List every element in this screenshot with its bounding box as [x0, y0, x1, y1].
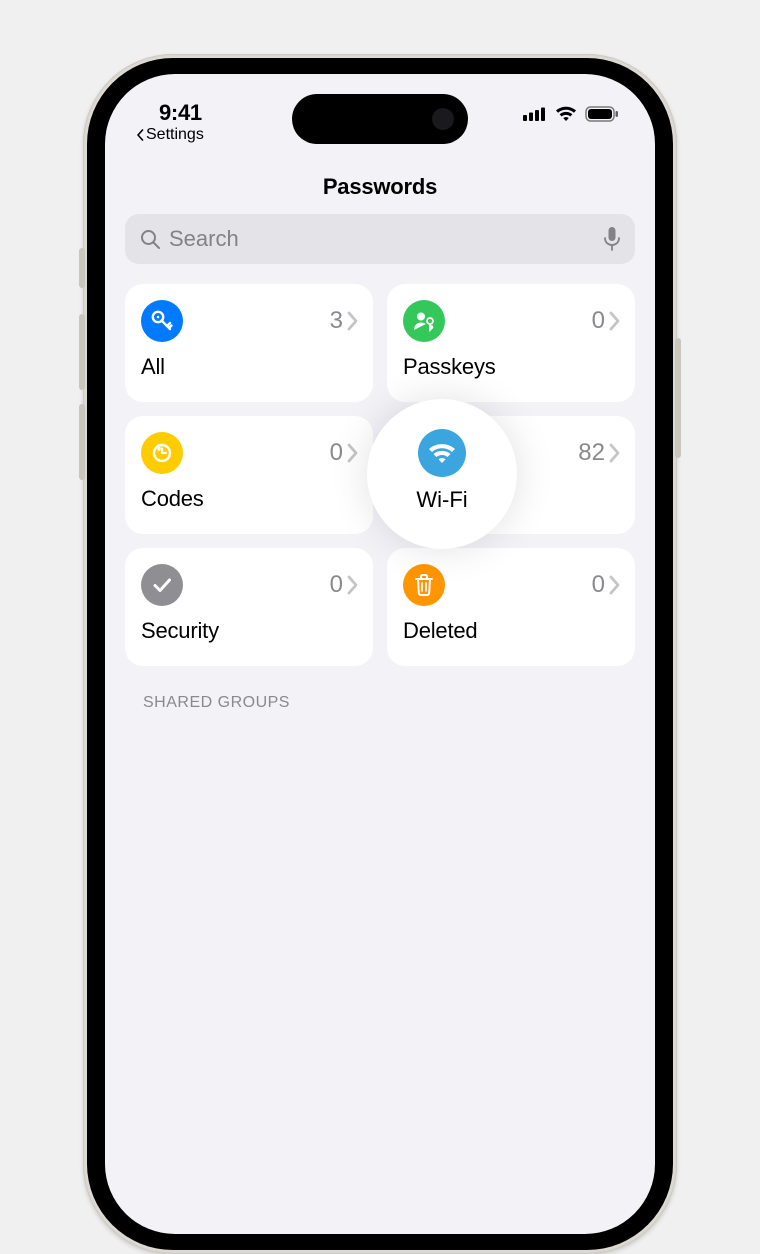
card-count: 3: [330, 307, 343, 335]
passkey-icon: [403, 300, 445, 342]
card-passkeys[interactable]: 0 Passkeys: [387, 284, 635, 402]
wifi-icon: [418, 429, 466, 477]
card-codes[interactable]: 0 Codes: [125, 416, 373, 534]
mic-icon[interactable]: [603, 226, 621, 252]
battery-icon: [585, 106, 619, 122]
chevron-right-icon: [347, 575, 359, 595]
card-count: 0: [592, 571, 605, 599]
card-security[interactable]: 0 Security: [125, 548, 373, 666]
cellular-icon: [523, 107, 547, 121]
back-to-settings[interactable]: Settings: [135, 126, 204, 144]
phone-frame: 9:41 Settings: [83, 54, 677, 1254]
card-label: Deleted: [403, 618, 621, 644]
card-label: Codes: [141, 486, 359, 512]
status-time: 9:41: [159, 100, 202, 126]
card-count: 82: [578, 439, 605, 467]
card-all[interactable]: 3 All: [125, 284, 373, 402]
card-label: All: [141, 354, 359, 380]
page-title: Passwords: [125, 174, 635, 200]
back-label: Settings: [146, 126, 204, 144]
card-label: Passkeys: [403, 354, 621, 380]
screen: 9:41 Settings: [105, 74, 655, 1234]
side-button: [79, 404, 85, 480]
card-wifi[interactable]: Wi-Fi 82 Wi-Fi: [387, 416, 635, 534]
card-label: Security: [141, 618, 359, 644]
checkmark-icon: [141, 564, 183, 606]
card-count: 0: [330, 571, 343, 599]
chevron-left-icon: [135, 129, 145, 141]
search-field[interactable]: [125, 214, 635, 264]
side-button: [79, 314, 85, 390]
codes-icon: [141, 432, 183, 474]
chevron-right-icon: [609, 311, 621, 331]
wifi-highlight: Wi-Fi: [367, 399, 517, 549]
search-input[interactable]: [169, 226, 595, 252]
chevron-right-icon: [347, 443, 359, 463]
key-icon: [141, 300, 183, 342]
card-count: 0: [592, 307, 605, 335]
wifi-status-icon: [555, 106, 577, 122]
chevron-right-icon: [609, 575, 621, 595]
wifi-highlight-label: Wi-Fi: [416, 487, 467, 513]
search-icon: [139, 228, 161, 250]
side-button: [79, 248, 85, 288]
side-button: [675, 338, 681, 458]
category-grid: 3 All 0 Passkeys: [125, 284, 635, 666]
section-header-shared-groups: SHARED GROUPS: [125, 694, 635, 712]
status-bar: 9:41 Settings: [105, 74, 655, 170]
chevron-right-icon: [609, 443, 621, 463]
card-deleted[interactable]: 0 Deleted: [387, 548, 635, 666]
card-count: 0: [330, 439, 343, 467]
chevron-right-icon: [347, 311, 359, 331]
trash-icon: [403, 564, 445, 606]
